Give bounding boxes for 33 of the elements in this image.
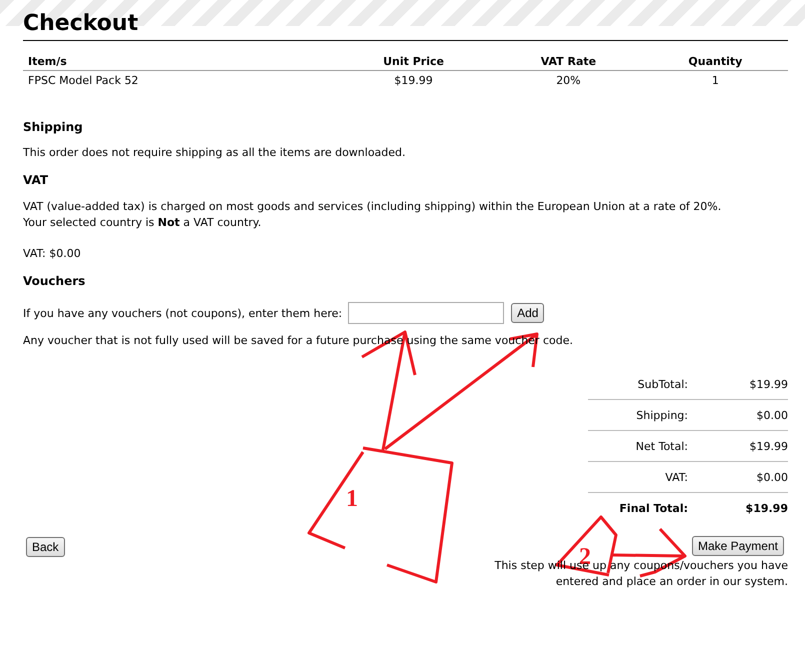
table-cell: $19.99: [333, 70, 494, 90]
column-header: Item/s: [23, 53, 333, 70]
back-button[interactable]: Back: [26, 537, 65, 557]
vat-text: Your selected country is Not a VAT country.: [23, 215, 262, 231]
summary-label: SubTotal:: [636, 378, 688, 390]
shipping-text: This order does not require shipping as all the items are downloaded.: [23, 146, 407, 159]
summary-label: Shipping:: [635, 408, 688, 422]
payment-note: entered and place an order in our system.: [554, 574, 788, 590]
section-heading: VAT: [23, 173, 50, 187]
page-title: Checkout: [23, 0, 788, 41]
vat-amount: VAT: $0.00: [23, 247, 82, 260]
summary-value: $0.00: [756, 470, 788, 484]
summary-label: Net Total:: [634, 440, 688, 452]
section-heading: Shipping: [23, 120, 84, 134]
summary-value: $19.99: [748, 378, 788, 390]
summary-value: $19.99: [748, 440, 788, 452]
table-cell: 1: [642, 70, 788, 90]
vat-text: VAT (value-added tax) is charged on most goods and services (including shipping) within the European Union at a rate of 20%.: [23, 199, 722, 215]
make-payment-button[interactable]: Make Payment: [692, 536, 784, 556]
add-button[interactable]: Add: [511, 303, 544, 323]
voucher-prompt: If you have any vouchers (not coupons), enter them here:: [23, 306, 342, 320]
column-header: Quantity: [642, 53, 788, 70]
column-header: Unit Price: [333, 53, 494, 70]
summary-value: $0.00: [756, 408, 788, 422]
annotation-number: 1: [346, 487, 358, 511]
table-cell: 20%: [494, 70, 643, 90]
table-cell: FPSC Model Pack 52: [23, 70, 333, 90]
summary-label: VAT:: [664, 470, 688, 484]
summary-value: $19.99: [744, 502, 788, 514]
column-header: VAT Rate: [494, 53, 643, 70]
voucher-field[interactable]: [348, 302, 504, 324]
summary-label: Final Total:: [618, 502, 688, 514]
section-heading: Vouchers: [23, 274, 86, 288]
